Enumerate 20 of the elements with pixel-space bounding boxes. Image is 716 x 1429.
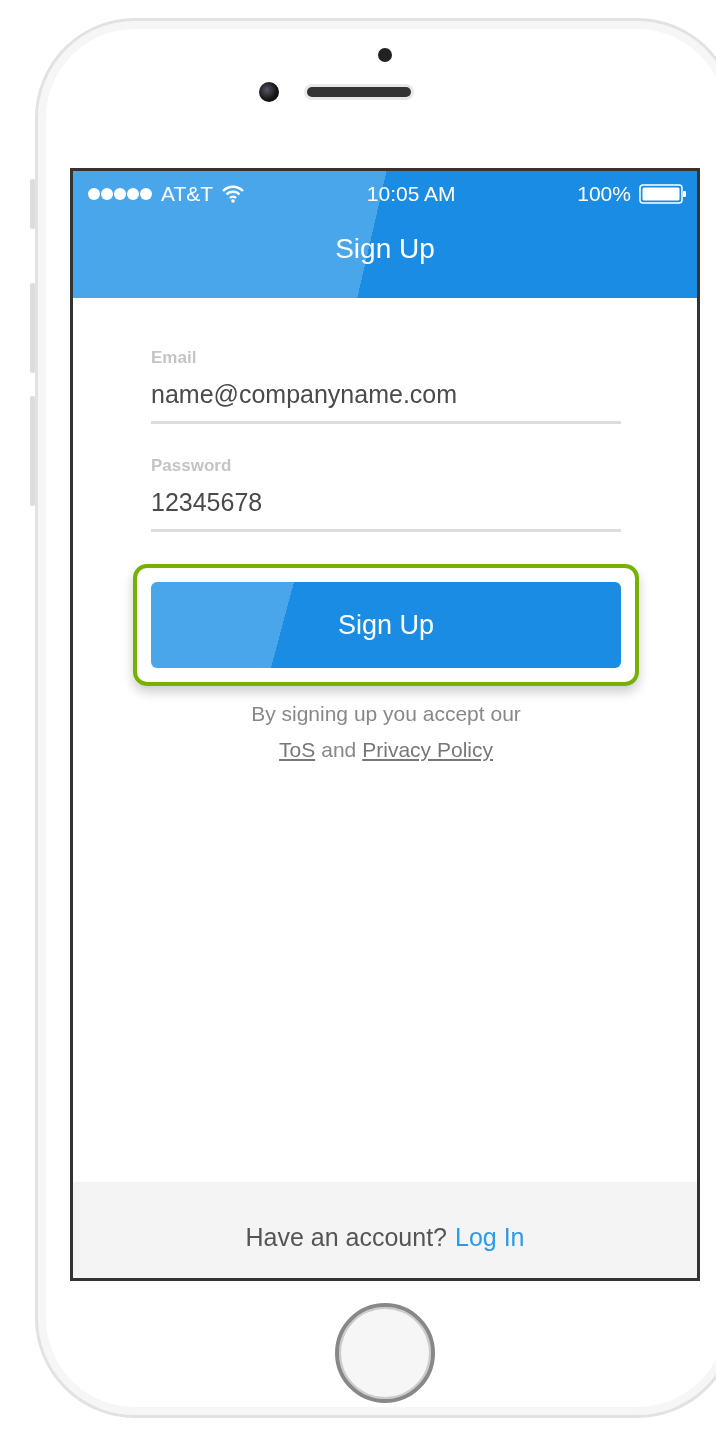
terms-text: By signing up you accept our [251,702,521,726]
terms-text: and [321,738,357,762]
wifi-icon [221,185,246,203]
signal-dots-icon [87,187,153,201]
privacy-policy-link[interactable]: Privacy Policy [362,738,493,762]
battery-icon [639,184,687,204]
input-field[interactable]: 12345678 [151,488,621,532]
log-in-link[interactable]: Log In [455,1222,525,1252]
field-label: Password [151,456,233,476]
clock-text: 10:05 AM [366,182,456,206]
account-prompt-text: Have an account? [245,1222,447,1252]
camera-icon [259,82,279,102]
field-label: Email [151,348,198,368]
battery-text: 100% [577,182,631,206]
sign-up-button[interactable]: Sign Up [151,582,621,668]
input-field[interactable]: name@companyname.com [151,380,621,424]
screen-title: Sign Up [334,233,436,265]
tos-link[interactable]: ToS [279,738,316,762]
sensor-dot [378,48,392,62]
carrier-text: AT&T [161,182,214,206]
